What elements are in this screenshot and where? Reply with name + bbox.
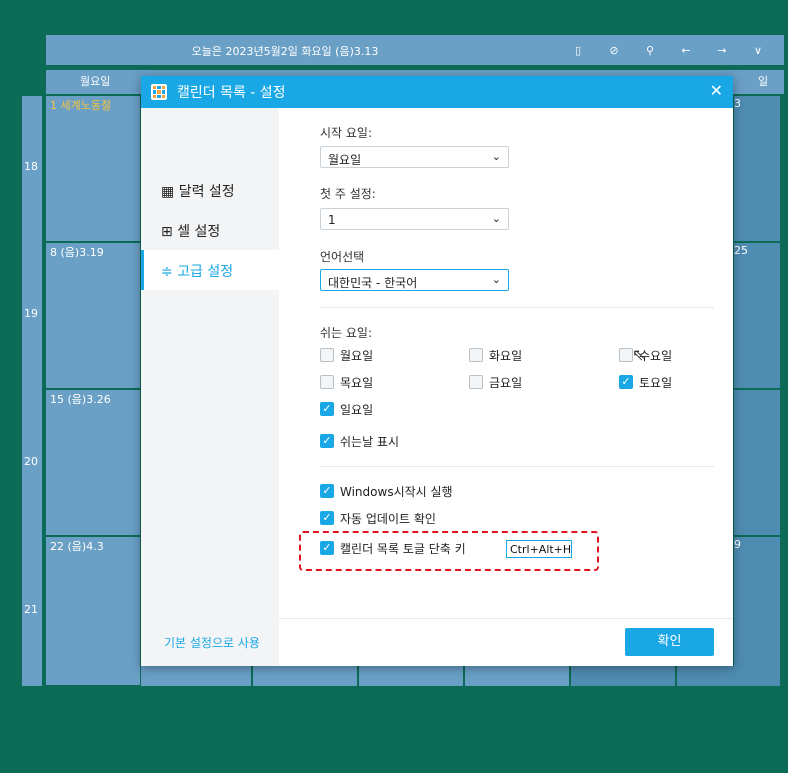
dialog-title: 캘린더 목록 - 설정	[177, 85, 286, 101]
sidebar-item-advanced-settings[interactable]: ≑ 고급 설정	[141, 250, 279, 290]
arrow-left-icon[interactable]: ←	[668, 39, 704, 61]
language-label: 언어선택	[320, 250, 365, 264]
mouse-cursor-icon: ⇖	[632, 345, 646, 364]
week-number: 18	[24, 160, 38, 173]
checkbox-label: 자동 업데이트 확인	[340, 512, 436, 526]
week-number: 19	[24, 307, 38, 320]
day-label: 1 세계노동절	[50, 99, 112, 112]
start-day-label: 시작 요일:	[320, 126, 373, 140]
reset-defaults-link[interactable]: 기본 설정으로 사용	[164, 634, 260, 651]
app-icon	[151, 84, 167, 100]
checkbox-run-on-startup[interactable]: ✓	[320, 484, 334, 498]
chevron-down-icon: ⌄	[491, 150, 501, 163]
day-label: 8 (음)3.19	[50, 246, 104, 259]
checkbox-sunday[interactable]: ✓	[320, 402, 334, 416]
checkbox-label: 목요일	[340, 376, 374, 390]
week-number-column: 18 19 20 21	[22, 96, 42, 686]
first-week-select[interactable]: 1 ⌄	[320, 208, 509, 230]
settings-content: 시작 요일: 월요일 ⌄ 첫 주 설정: 1 ⌄ 언어선택 대한민국 - 한국어…	[279, 108, 733, 618]
calendar-cell[interactable]: 15 (음)3.26	[46, 390, 140, 535]
calendar-cell[interactable]	[734, 390, 780, 535]
sidebar-item-label: 달력 설정	[178, 184, 235, 200]
ok-button[interactable]: 확인	[625, 628, 714, 656]
sidebar-item-label: 고급 설정	[177, 264, 234, 280]
week-number: 20	[24, 455, 38, 468]
sidebar-item-label: 셀 설정	[177, 224, 221, 240]
calendar-cell[interactable]: 8 (음)3.19	[46, 243, 140, 388]
day-label: 25	[734, 244, 748, 257]
first-week-label: 첫 주 설정:	[320, 187, 376, 201]
phone-icon[interactable]: ▯	[560, 39, 596, 61]
calendar-cell[interactable]: 3	[734, 96, 780, 241]
weekday-sunday-partial: 일	[758, 75, 769, 88]
day-label: 22 (음)4.3	[50, 540, 104, 553]
checkbox-label: 쉬는날 표시	[340, 435, 400, 449]
today-text: 오늘은 2023년5월2일 화요일 (음)3.13	[191, 45, 379, 58]
settings-sidebar: ▦ 달력 설정 ⊞ 셀 설정 ≑ 고급 설정	[141, 108, 279, 666]
week-number: 21	[24, 603, 38, 616]
checkbox-thursday[interactable]	[320, 375, 334, 389]
highlight-box	[299, 531, 599, 571]
day-label: 15 (음)3.26	[50, 393, 111, 406]
checkbox-monday[interactable]	[320, 348, 334, 362]
checkbox-tuesday[interactable]	[469, 348, 483, 362]
calendar-cell[interactable]: 9	[734, 537, 780, 685]
grid-icon: ⊞	[161, 224, 173, 240]
checkbox-label: 월요일	[340, 349, 374, 363]
calendar-cell[interactable]	[465, 666, 569, 686]
checkbox-label: 일요일	[340, 403, 374, 417]
day-label: 9	[734, 538, 741, 551]
language-select[interactable]: 대한민국 - 한국어 ⌄	[320, 269, 509, 291]
start-day-select[interactable]: 월요일 ⌄	[320, 146, 509, 168]
close-icon[interactable]: ✕	[710, 81, 723, 100]
calendar-cell[interactable]	[359, 666, 463, 686]
calendar-icon: ▦	[161, 184, 175, 200]
weekday-monday: 월요일	[80, 75, 111, 88]
day-label: 3	[734, 97, 741, 110]
checkbox-friday[interactable]	[469, 375, 483, 389]
divider	[320, 466, 714, 467]
calendar-cell[interactable]: 1 세계노동절	[46, 96, 140, 241]
checkbox-wednesday[interactable]	[619, 348, 633, 362]
calendar-top-bar: 오늘은 2023년5월2일 화요일 (음)3.13 ▯ ⊘ ⚲ ← → ∨	[46, 35, 784, 65]
calendar-cell[interactable]	[571, 666, 675, 686]
calendar-cell[interactable]	[677, 666, 780, 686]
checkbox-saturday[interactable]: ✓	[619, 375, 633, 389]
sidebar-item-calendar-settings[interactable]: ▦ 달력 설정	[141, 170, 279, 210]
dialog-title-bar[interactable]: 캘린더 목록 - 설정 ✕	[141, 76, 733, 108]
sidebar-item-cell-settings[interactable]: ⊞ 셀 설정	[141, 210, 279, 250]
link-icon[interactable]: ⊘	[596, 39, 632, 61]
divider	[320, 307, 714, 308]
calendar-cell[interactable]: 25	[734, 243, 780, 388]
chevron-down-icon: ⌄	[491, 273, 501, 286]
checkbox-label: 금요일	[489, 376, 523, 390]
chevron-down-icon[interactable]: ∨	[740, 39, 776, 61]
checkbox-auto-update[interactable]: ✓	[320, 511, 334, 525]
checkbox-show-rest-days[interactable]: ✓	[320, 434, 334, 448]
calendar-cell[interactable]	[253, 666, 357, 686]
user-icon[interactable]: ⚲	[632, 39, 668, 61]
rest-days-label: 쉬는 요일:	[320, 326, 373, 340]
checkbox-label: 토요일	[639, 376, 673, 390]
calendar-cell[interactable]	[141, 666, 251, 686]
settings-dialog: 캘린더 목록 - 설정 ✕ ▦ 달력 설정 ⊞ 셀 설정 ≑ 고급 설정 시작 …	[141, 76, 733, 666]
chevron-down-icon: ⌄	[491, 212, 501, 225]
arrow-right-icon[interactable]: →	[704, 39, 740, 61]
checkbox-label: 화요일	[489, 349, 523, 363]
calendar-cell[interactable]: 22 (음)4.3	[46, 537, 140, 685]
sliders-icon: ≑	[161, 264, 173, 280]
checkbox-label: Windows시작시 실행	[340, 485, 453, 499]
